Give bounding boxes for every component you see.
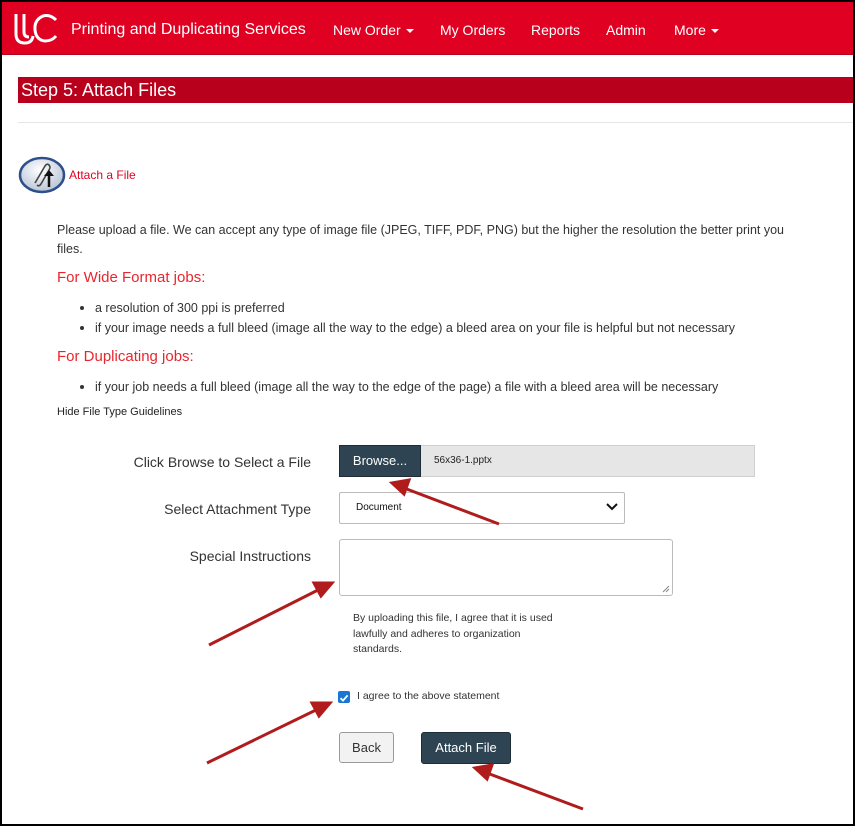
arrow-to-instructions: [208, 581, 336, 647]
browse-button[interactable]: Browse...: [339, 445, 421, 477]
chevron-down-icon: [405, 29, 414, 33]
chevron-down-icon: [606, 503, 618, 511]
attach-file-button[interactable]: Attach File: [421, 732, 511, 764]
nav-new-order[interactable]: New Order: [333, 2, 414, 54]
nav-admin-label: Admin: [606, 22, 646, 38]
duplicating-list: if your job needs a full bleed (image al…: [80, 377, 718, 397]
paperclip-upload-icon[interactable]: [18, 156, 66, 194]
nav-reports[interactable]: Reports: [531, 2, 580, 54]
uc-logo: [14, 14, 58, 45]
agree-checkbox-label[interactable]: I agree to the above statement: [357, 690, 499, 702]
arrow-to-attach-button: [471, 763, 584, 811]
nav-new-order-label: New Order: [333, 22, 401, 38]
duplicating-heading: For Duplicating jobs:: [57, 348, 194, 365]
intro-line-2: files.: [57, 242, 83, 256]
nav-my-orders[interactable]: My Orders: [440, 2, 505, 54]
top-navbar: Printing and Duplicating Services New Or…: [2, 2, 853, 55]
divider: [18, 122, 853, 123]
agree-checkbox[interactable]: [338, 691, 350, 703]
step-title: Step 5: Attach Files: [18, 77, 853, 103]
list-item: if your image needs a full bleed (image …: [80, 318, 735, 338]
special-instructions-input[interactable]: [339, 539, 673, 596]
arrow-to-checkbox: [206, 701, 334, 765]
screenshot-frame: Printing and Duplicating Services New Or…: [0, 0, 855, 826]
file-select-label: Click Browse to Select a File: [133, 454, 311, 470]
attach-file-link[interactable]: Attach a File: [69, 168, 136, 182]
upload-intro: Please upload a file. We can accept any …: [57, 221, 853, 259]
list-item: if your job needs a full bleed (image al…: [80, 377, 718, 397]
list-item: a resolution of 300 ppi is preferred: [80, 298, 735, 318]
wide-format-list: a resolution of 300 ppi is preferred if …: [80, 298, 735, 338]
wide-format-heading: For Wide Format jobs:: [57, 269, 206, 286]
brand-title[interactable]: Printing and Duplicating Services: [71, 2, 306, 54]
checkmark-icon: [339, 694, 349, 702]
chevron-down-icon: [710, 29, 719, 33]
intro-line-1: Please upload a file. We can accept any …: [57, 223, 784, 237]
resize-grip-icon[interactable]: [662, 585, 670, 593]
back-button[interactable]: Back: [339, 732, 394, 763]
hide-guidelines-link[interactable]: Hide File Type Guidelines: [57, 406, 182, 418]
special-instructions-label: Special Instructions: [189, 548, 311, 564]
attachment-type-label: Select Attachment Type: [164, 501, 311, 517]
agreement-text: By uploading this file, I agree that it …: [353, 612, 553, 655]
nav-admin[interactable]: Admin: [606, 2, 646, 54]
attachment-type-select[interactable]: Document: [339, 492, 625, 524]
selected-file-name: 56x36-1.pptx: [421, 445, 755, 477]
nav-reports-label: Reports: [531, 22, 581, 38]
nav-my-orders-label: My Orders: [440, 22, 506, 38]
nav-more-label: More: [674, 22, 706, 38]
attachment-type-value: Document: [356, 502, 402, 513]
nav-more[interactable]: More: [674, 2, 719, 54]
